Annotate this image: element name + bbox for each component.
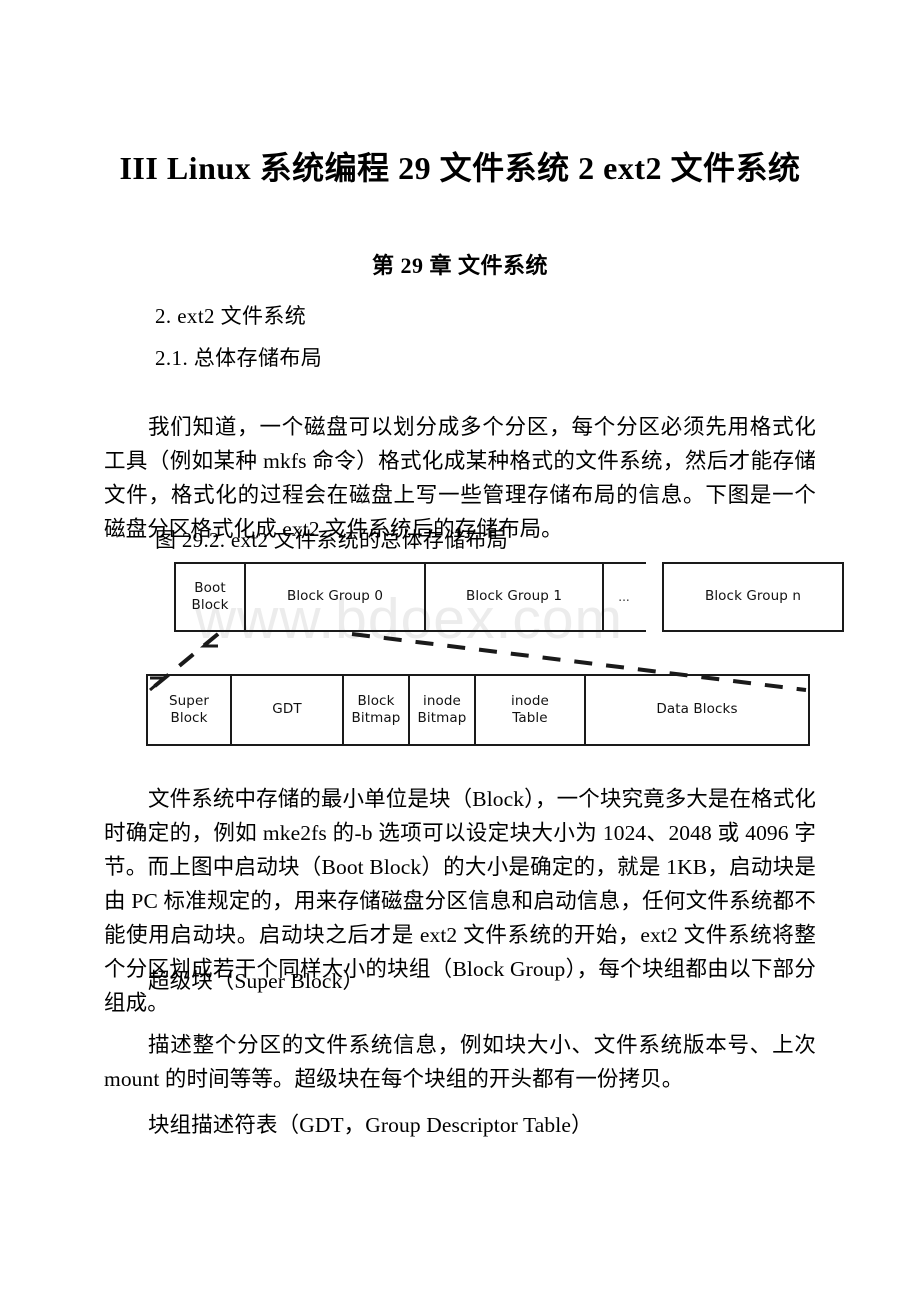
diagram-label-block-group-0: Block Group 0 xyxy=(286,588,384,605)
diagram-label-boot-block-line2: Block xyxy=(191,597,229,613)
diagram-label-inode-table-line2: Table xyxy=(512,710,548,726)
diagram-label-block-group-1: Block Group 1 xyxy=(465,588,563,605)
diagram-box-inode-table: inode Table xyxy=(474,674,586,746)
diagram-label-gdt: GDT xyxy=(272,701,302,718)
page-title: III Linux 系统编程 29 文件系统 2 ext2 文件系统 xyxy=(119,150,801,186)
section-heading-ext2: 2. ext2 文件系统 xyxy=(155,304,307,328)
diagram-label-block-bitmap-line1: Block xyxy=(357,692,395,709)
diagram-label-block-bitmap-line2: Bitmap xyxy=(351,710,401,726)
figure-disk-partition-layout: Boot Block Block Group 0 Block Group 1 .… xyxy=(174,562,844,632)
diagram-box-block-group-n: Block Group n xyxy=(662,562,844,632)
diagram-box-block-group-1: Block Group 1 xyxy=(424,562,604,632)
diagram-box-block-bitmap: Block Bitmap xyxy=(342,674,410,746)
diagram-label-super-block-line2: Block xyxy=(170,710,208,726)
diagram-box-gdt: GDT xyxy=(230,674,344,746)
chapter-title: 第 29 章 文件系统 xyxy=(371,253,548,278)
diagram-box-data-blocks: Data Blocks xyxy=(584,674,810,746)
diagram-ellipsis-label: ... xyxy=(618,590,630,604)
diagram-label-block-group-n: Block Group n xyxy=(704,588,802,605)
subheading-super-block: 超级块（Super Block） xyxy=(148,969,364,993)
diagram-label-data-blocks: Data Blocks xyxy=(656,701,738,718)
diagram-label-super-block-line1: Super xyxy=(168,692,210,709)
document-page: www.bdoex.com III Linux 系统编程 29 文件系统 2 e… xyxy=(0,0,920,1302)
diagram-label-boot-block-line1: Boot xyxy=(194,579,226,596)
diagram-label-inode-bitmap-line2: Bitmap xyxy=(417,710,467,726)
diagram-box-inode-bitmap: inode Bitmap xyxy=(408,674,476,746)
diagram-box-boot-block: Boot Block xyxy=(174,562,246,632)
diagram-ellipsis: ... xyxy=(602,562,646,632)
diagram-label-inode-bitmap-line1: inode xyxy=(423,692,461,709)
figure-connector-lines xyxy=(148,632,807,692)
diagram-label-inode-table-line1: inode xyxy=(511,692,549,709)
subheading-gdt: 块组描述符表（GDT，Group Descriptor Table） xyxy=(148,1113,593,1137)
paragraph-super-block-desc: 描述整个分区的文件系统信息，例如块大小、文件系统版本号、上次 mount 的时间… xyxy=(104,1032,816,1091)
figure-block-group-layout: Super Block GDT Block Bitmap inode Bitma… xyxy=(146,674,810,746)
section-heading-overall-layout: 2.1. 总体存储布局 xyxy=(155,346,323,370)
figure-caption: 图 29.2. ext2 文件系统的总体存储布局 xyxy=(155,528,509,552)
diagram-box-super-block: Super Block xyxy=(146,674,232,746)
diagram-box-block-group-0: Block Group 0 xyxy=(244,562,426,632)
